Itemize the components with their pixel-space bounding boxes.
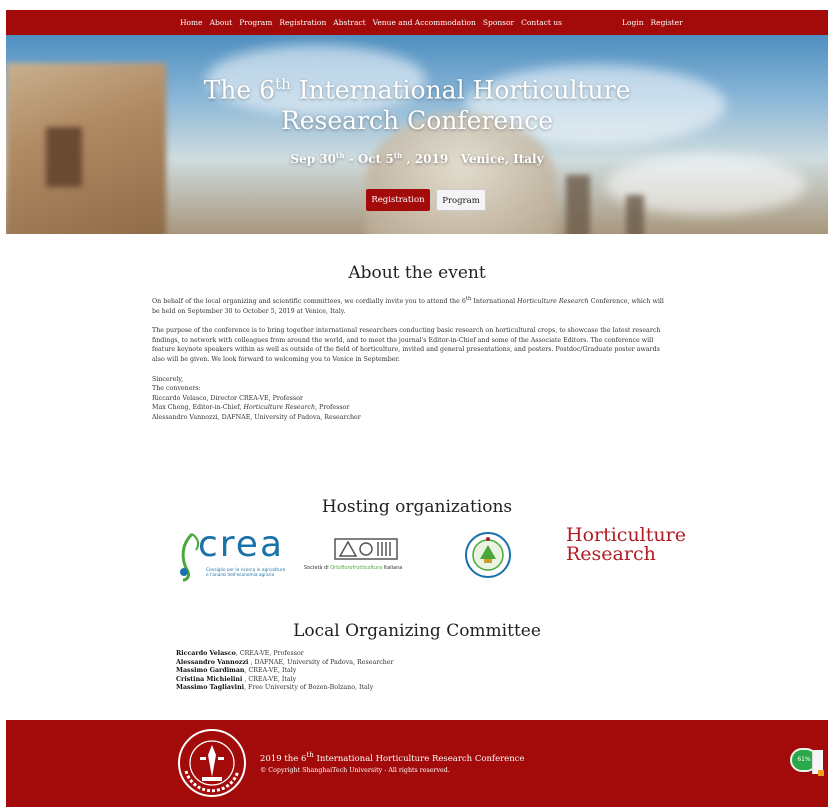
nav-auth: Login Register (622, 10, 683, 35)
hosting-heading: Hosting organizations (321, 497, 513, 517)
about-signoff: Sincerely, The conveners: Riccardo Velas… (152, 375, 361, 422)
footer-copyright: © Copyright ShanghaiTech University - Al… (260, 766, 450, 774)
nav-registration[interactable]: Registration (279, 18, 326, 27)
soi-emblem-icon (334, 538, 398, 560)
committee-heading: Local Organizing Committee (293, 621, 541, 641)
nav-about[interactable]: About (210, 18, 233, 27)
committee-member: Cristina Michielini , CREA-VE, Italy (176, 675, 297, 683)
top-nav: Home About Program Registration Abstract… (6, 10, 828, 35)
committee-member: Alessandro Vannozzi , DAFNAE, University… (176, 658, 394, 666)
tower-decoration (626, 195, 644, 234)
nav-abstract[interactable]: Abstract (333, 18, 365, 27)
hero-date: Sep 30th - Oct 5th , 2019 Venice, Italy (290, 151, 544, 166)
footer-title: 2019 the 6th International Horticulture … (260, 750, 525, 764)
horticulture-research-logo[interactable]: Horticulture Research (566, 526, 686, 564)
nav-contact[interactable]: Contact us (521, 18, 562, 27)
committee-member: Massimo Tagliavini, Free University of B… (176, 684, 374, 692)
hero-banner: The 6th International Horticulture Resea… (6, 35, 828, 234)
nav-links: Home About Program Registration Abstract… (180, 10, 562, 35)
badge-side-marker (818, 770, 824, 776)
committee-list: Riccardo Velasco, CREA-VE, Professor Ale… (176, 650, 394, 693)
about-heading: About the event (348, 263, 486, 283)
about-paragraph-2: The purpose of the conference is to brin… (152, 327, 661, 364)
nav-venue[interactable]: Venue and Accommodation (373, 18, 476, 27)
nav-sponsor[interactable]: Sponsor (483, 18, 514, 27)
page: Home About Program Registration Abstract… (6, 10, 828, 807)
shanghaitech-seal-icon (178, 729, 246, 797)
tower-decoration (566, 175, 590, 234)
program-button[interactable]: Program (436, 189, 486, 211)
hero-title: The 6th International Horticulture Resea… (203, 75, 631, 136)
soi-logo[interactable]: Società di Ortoflorofrutticoltura Italia… (304, 530, 454, 590)
footer-text: 2019 the 6th International Horticulture … (260, 750, 524, 774)
registration-button[interactable]: Registration (366, 189, 430, 211)
committee-member: Massimo Gardiman, CREA-VE, Italy (176, 667, 297, 675)
nav-program[interactable]: Program (239, 18, 272, 27)
soi-name: Società di Ortoflorofrutticoltura Italia… (304, 565, 403, 571)
about-paragraph-1: On behalf of the local organizing and sc… (152, 296, 664, 315)
login-link[interactable]: Login (622, 18, 644, 27)
footer: 2019 the 6th International Horticulture … (6, 720, 828, 807)
register-link[interactable]: Register (651, 18, 683, 27)
about-text: On behalf of the local organizing and sc… (152, 295, 672, 423)
crea-logo[interactable]: crea Consiglio per la ricerca in agricol… (178, 524, 288, 590)
university-seal-icon[interactable] (464, 531, 512, 579)
committee-member: Riccardo Velasco, CREA-VE, Professor (176, 650, 304, 657)
nav-home[interactable]: Home (180, 18, 203, 27)
